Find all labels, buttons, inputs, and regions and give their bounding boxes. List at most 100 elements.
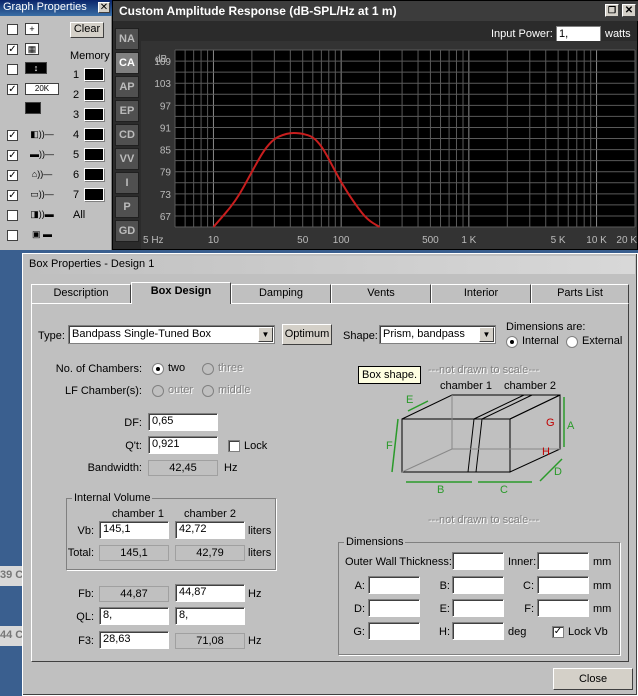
speaker-checkbox-1[interactable]: ✓ <box>7 130 18 141</box>
lock-vb-checkbox[interactable]: ✓ <box>552 626 564 638</box>
dimensions-are-label: Dimensions are: <box>506 321 586 333</box>
window-icon[interactable] <box>25 102 41 114</box>
memory-all-label[interactable]: All <box>73 209 85 221</box>
graph-option-checkbox-2[interactable]: ✓ <box>7 44 18 55</box>
lock-checkbox[interactable] <box>228 440 240 452</box>
dim-d-label: D: <box>354 603 365 615</box>
x-tick-label: 1 K <box>461 235 476 246</box>
tab-ca[interactable]: CA <box>115 52 139 74</box>
dim-e-label: E: <box>439 603 450 615</box>
speaker-checkbox-4[interactable]: ✓ <box>7 190 18 201</box>
internal-radio[interactable] <box>506 336 518 348</box>
tab-vv[interactable]: VV <box>115 148 139 170</box>
qt-field[interactable]: 0,921 <box>148 436 218 454</box>
close-icon[interactable]: ✕ <box>622 4 636 17</box>
input-power-field[interactable]: 1, <box>556 26 601 42</box>
y-tick-label: 97 <box>160 101 172 112</box>
close-button[interactable]: Close <box>553 668 633 690</box>
tab-interior[interactable]: Interior <box>431 284 531 303</box>
chevron-down-icon[interactable]: ▼ <box>479 327 494 342</box>
chevron-down-icon[interactable]: ▼ <box>258 327 273 342</box>
bandwidth-label: Bandwidth: <box>87 462 142 474</box>
shape-select[interactable]: Prism, bandpass ▼ <box>379 325 496 344</box>
external-radio[interactable] <box>566 336 578 348</box>
dim-a-field[interactable] <box>368 576 420 594</box>
memory-slot-button-3[interactable] <box>84 108 104 121</box>
box-shape-diagram: chamber 1 chamber 2 E F G A H D B C <box>386 380 575 496</box>
memory-slot-button-4[interactable] <box>84 128 104 141</box>
dim-f-label: F: <box>524 603 534 615</box>
graph-option-checkbox-1[interactable] <box>7 24 18 35</box>
input-power-unit: watts <box>605 28 631 40</box>
df-field[interactable]: 0,65 <box>148 413 218 431</box>
f3-label: F3: <box>78 635 94 647</box>
type-select[interactable]: Bandpass Single-Tuned Box ▼ <box>68 325 275 344</box>
grid-icon[interactable]: ▦ <box>25 43 39 55</box>
tab-gd[interactable]: GD <box>115 220 139 242</box>
speaker-checkbox-6[interactable] <box>7 230 18 241</box>
graph-option-checkbox-3[interactable] <box>7 64 18 75</box>
memory-slot-label: 7 <box>73 189 80 201</box>
x-tick-label: 10 <box>208 235 220 246</box>
memory-slot-button-7[interactable] <box>84 188 104 201</box>
f3-unit: Hz <box>248 635 262 647</box>
dim-e-field[interactable] <box>452 599 504 617</box>
tab-ep[interactable]: EP <box>115 100 139 122</box>
tab-cd[interactable]: CD <box>115 124 139 146</box>
plus-icon[interactable]: + <box>25 23 39 35</box>
tab-vents[interactable]: Vents <box>331 284 431 303</box>
memory-slot-button-5[interactable] <box>84 148 104 161</box>
memory-slot-button-2[interactable] <box>84 88 104 101</box>
chambers-two-radio[interactable] <box>152 363 164 375</box>
x-tick-label: 5 K <box>551 235 566 246</box>
speaker-checkbox-3[interactable]: ✓ <box>7 170 18 181</box>
box-icon: ▭))— <box>30 189 54 199</box>
tab-na[interactable]: NA <box>115 28 139 50</box>
inner-wall-field[interactable] <box>537 552 589 570</box>
tab-box-design[interactable]: Box Design <box>131 282 231 304</box>
memory-slot-label: 2 <box>73 89 80 101</box>
dim-b-field[interactable] <box>452 576 504 594</box>
speaker-checkbox-2[interactable]: ✓ <box>7 150 18 161</box>
dim-g-label: G: <box>353 626 365 638</box>
outer-wall-field[interactable] <box>452 552 504 570</box>
lf-outer-radio <box>152 385 164 397</box>
f3-chamber1-field[interactable]: 28,63 <box>99 631 169 649</box>
range-icon[interactable]: 20K <box>25 83 59 95</box>
fb-chamber2-field[interactable]: 44,87 <box>175 584 245 602</box>
dim-b-label: B: <box>439 580 450 592</box>
vb-chamber1-field[interactable]: 145,1 <box>99 521 169 539</box>
dim-a-label: A: <box>354 580 365 592</box>
tab-damping[interactable]: Damping <box>231 284 331 303</box>
type-label: Type: <box>38 330 65 342</box>
graph-properties-panel: Graph Properties ✕ + ✓ ▦ ↕ ✓ 20K ✓ ◧))— … <box>0 0 112 250</box>
dim-c-field[interactable] <box>537 576 589 594</box>
lock-vb-label: Lock Vb <box>568 626 608 638</box>
tab-description[interactable]: Description <box>31 284 131 303</box>
ql-chamber2-field[interactable]: 8, <box>175 607 245 625</box>
dim-h-field[interactable] <box>452 622 504 640</box>
memory-slot-label: 4 <box>73 129 80 141</box>
memory-slot-label: 1 <box>73 69 80 81</box>
memory-slot-button-1[interactable] <box>84 68 104 81</box>
tab-i[interactable]: I <box>115 172 139 194</box>
vb-chamber2-field[interactable]: 42,72 <box>175 521 245 539</box>
scale-icon[interactable]: ↕ <box>25 62 47 74</box>
tab-parts-list[interactable]: Parts List <box>531 284 629 303</box>
ql-chamber1-field[interactable]: 8, <box>99 607 169 625</box>
graph-option-checkbox-4[interactable]: ✓ <box>7 84 18 95</box>
close-icon[interactable]: ✕ <box>98 2 110 13</box>
clear-button[interactable]: Clear <box>70 22 104 38</box>
tab-ap[interactable]: AP <box>115 76 139 98</box>
memory-slot-button-6[interactable] <box>84 168 104 181</box>
tab-p[interactable]: P <box>115 196 139 218</box>
total-unit: liters <box>248 547 272 559</box>
restore-icon[interactable]: ❐ <box>605 4 619 17</box>
optimum-button[interactable]: Optimum <box>282 324 332 345</box>
chart-window-title: Custom Amplitude Response (dB-SPL/Hz at … <box>113 1 638 21</box>
dim-d-field[interactable] <box>368 599 420 617</box>
speaker-checkbox-5[interactable] <box>7 210 18 221</box>
dim-f-field[interactable] <box>537 599 589 617</box>
total-chamber1-value: 145,1 <box>99 545 169 561</box>
dim-g-field[interactable] <box>368 622 420 640</box>
